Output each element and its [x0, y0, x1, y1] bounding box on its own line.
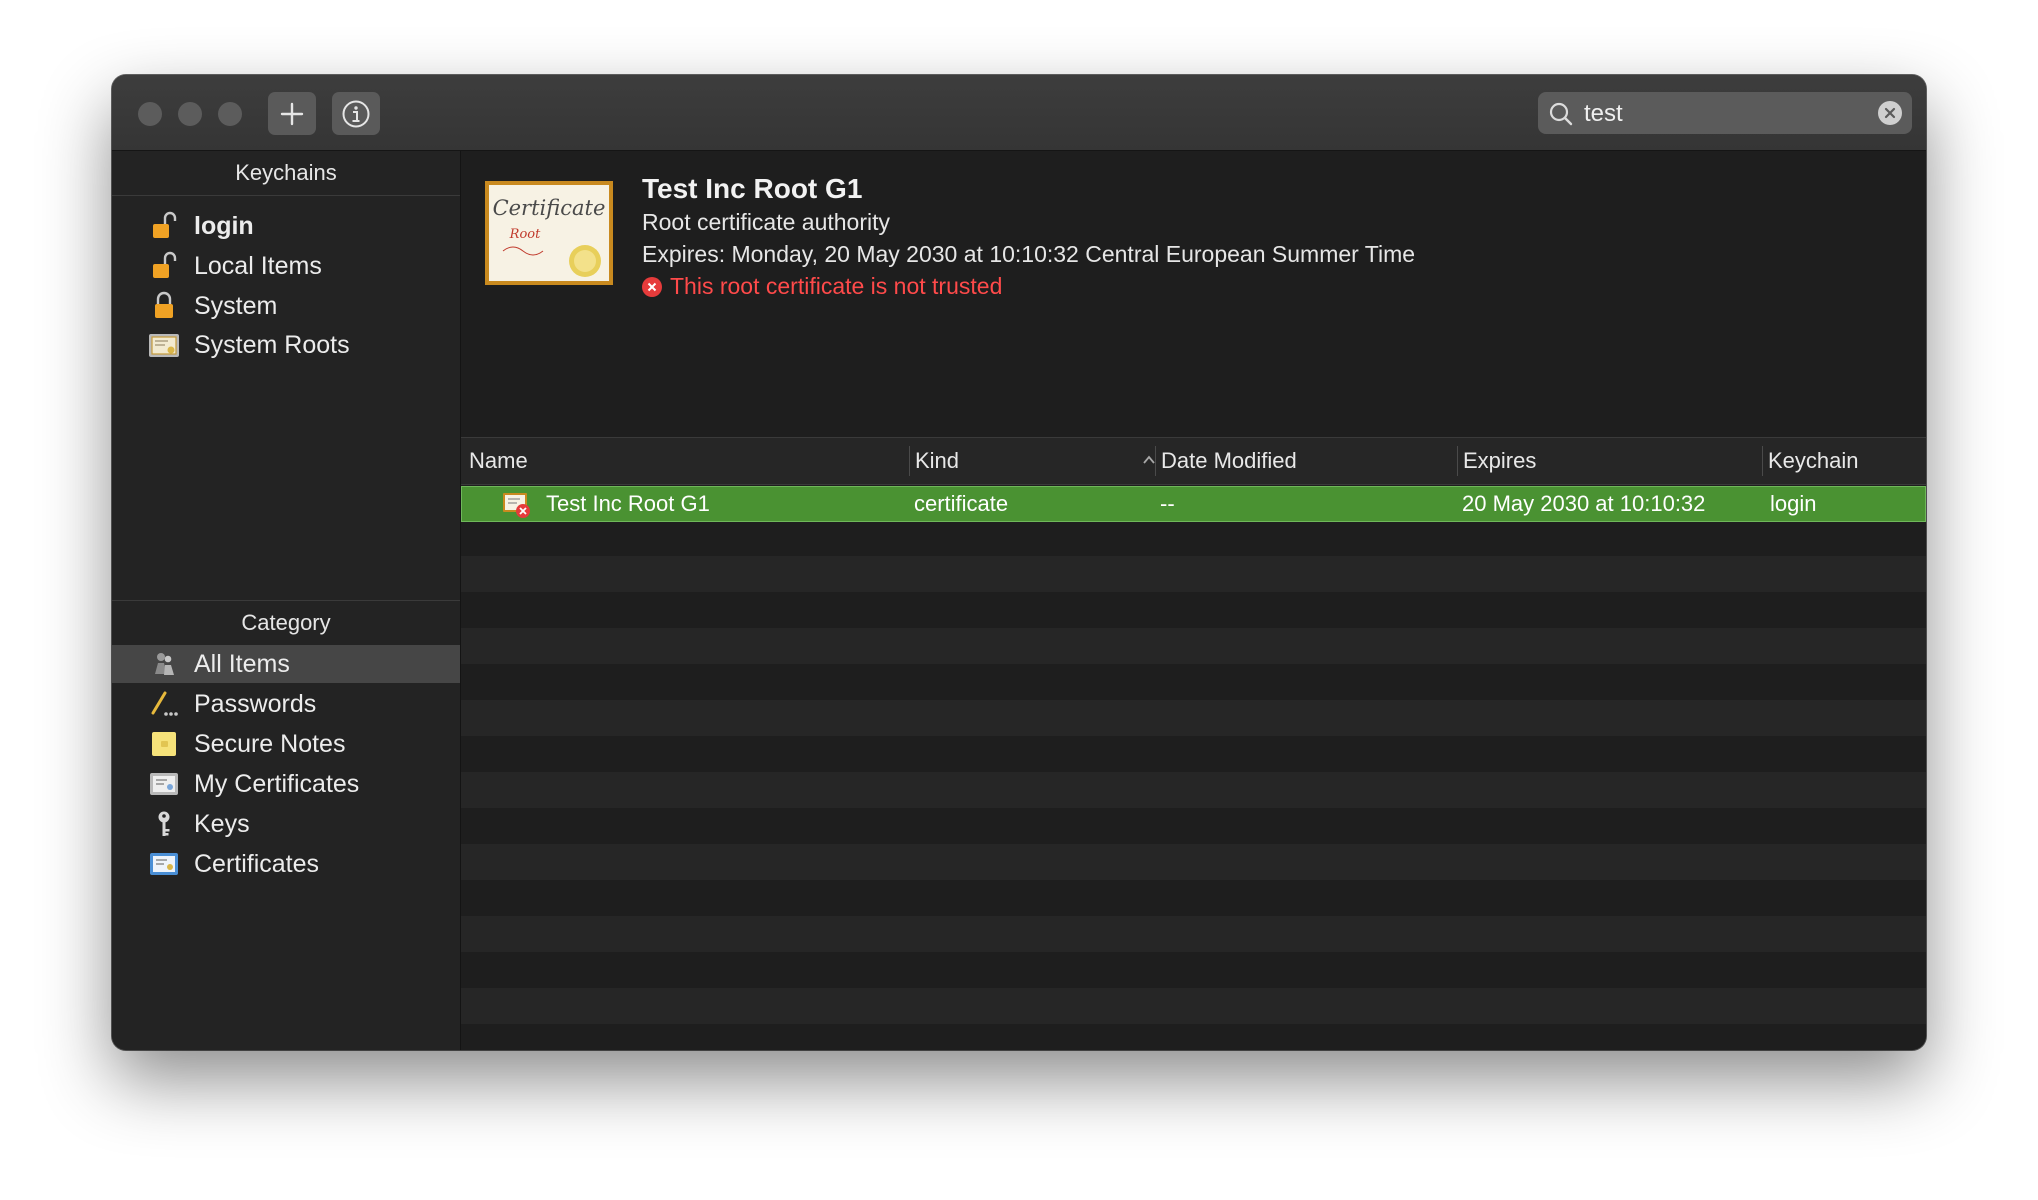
detail-title: Test Inc Root G1	[642, 173, 863, 204]
empty-row	[461, 988, 1926, 1024]
trust-warning-text: This root certificate is not trusted	[670, 273, 1003, 299]
sidebar-item-local-items[interactable]: Local Items	[112, 247, 460, 285]
cell-expires: 20 May 2030 at 10:10:32	[1462, 491, 1706, 516]
clear-search-button[interactable]	[1878, 101, 1902, 125]
sidebar-item-certificates[interactable]: Certificates	[112, 845, 460, 883]
add-item-button[interactable]	[268, 92, 316, 135]
empty-row	[461, 844, 1926, 880]
column-header-expires[interactable]: Expires	[1456, 438, 1536, 484]
cert-image-subtitle: Root	[509, 227, 541, 242]
sidebar-item-passwords[interactable]: Passwords	[112, 685, 460, 723]
people-icon	[148, 648, 180, 680]
cert-image-title: Certificate	[493, 196, 606, 220]
sidebar-item-my-certificates[interactable]: My Certificates	[112, 765, 460, 803]
sidebar-item-label: Secure Notes	[194, 729, 346, 758]
sidebar-item-label: Keys	[194, 809, 250, 838]
detail-expires: Expires: Monday, 20 May 2030 at 10:10:32…	[642, 241, 1416, 267]
sidebar-item-secure-notes[interactable]: Secure Notes	[112, 725, 460, 763]
table-header: Name Kind Date Modified Expires Keychain	[461, 437, 1926, 485]
search-field[interactable]	[1538, 92, 1912, 134]
sidebar-item-label: My Certificates	[194, 769, 360, 798]
info-icon	[342, 100, 370, 127]
table-row[interactable]: Test Inc Root G1 certificate -- 20 May 2…	[461, 486, 1926, 522]
sidebar-item-system[interactable]: System	[112, 287, 460, 325]
keychains-header: Keychains	[112, 151, 460, 196]
locked-padlock-icon	[148, 290, 180, 322]
sidebar-item-label: System Roots	[194, 330, 350, 359]
unlocked-padlock-icon	[148, 250, 180, 282]
empty-row	[461, 700, 1926, 736]
certificate-icon	[148, 848, 180, 880]
pencil-dots-icon	[148, 688, 180, 720]
sidebar-item-login[interactable]: login	[112, 207, 460, 245]
close-window-button[interactable]	[138, 102, 162, 126]
sidebar-item-label: System	[194, 291, 278, 320]
get-info-button[interactable]	[332, 92, 380, 135]
search-icon	[1549, 102, 1573, 126]
sidebar-item-label: Passwords	[194, 689, 317, 718]
cell-date-modified: --	[1160, 491, 1175, 516]
certificate-preview-icon: Certificate Root	[485, 181, 613, 285]
column-header-name[interactable]: Name	[469, 438, 528, 484]
cell-kind: certificate	[914, 491, 1009, 516]
cell-keychain: login	[1770, 491, 1817, 516]
empty-row	[461, 772, 1926, 808]
search-input[interactable]	[1582, 97, 1856, 131]
my-certificate-icon	[148, 768, 180, 800]
column-header-date-modified[interactable]: Date Modified	[1155, 438, 1297, 484]
titlebar	[112, 75, 1926, 151]
cell-name: Test Inc Root G1	[546, 491, 710, 516]
empty-row	[461, 556, 1926, 592]
sidebar-item-label: All Items	[194, 649, 290, 678]
sidebar-item-system-roots[interactable]: System Roots	[112, 326, 460, 364]
trust-warning: This root certificate is not trusted	[642, 273, 1002, 300]
column-header-keychain[interactable]: Keychain	[1762, 438, 1859, 484]
sidebar-item-label: login	[194, 211, 254, 240]
sidebar-item-all-items[interactable]: All Items	[112, 645, 460, 683]
error-icon	[642, 276, 662, 297]
item-detail: Certificate Root Test Inc Root G1 Root c…	[461, 151, 1926, 361]
sidebar: Keychains login Local Items System Syste…	[112, 151, 461, 1050]
column-header-kind[interactable]: Kind	[908, 438, 959, 484]
main-pane: Certificate Root Test Inc Root G1 Root c…	[461, 151, 1926, 1050]
keychain-window: Keychains login Local Items	[112, 75, 1926, 1050]
minimize-window-button[interactable]	[178, 102, 202, 126]
key-icon	[148, 808, 180, 840]
sidebar-item-label: Certificates	[194, 849, 320, 878]
unlocked-padlock-icon	[148, 210, 180, 242]
items-table: Test Inc Root G1 certificate -- 20 May 2…	[461, 484, 1926, 1050]
empty-row	[461, 916, 1926, 952]
certificate-folder-icon	[148, 329, 180, 361]
note-icon	[148, 728, 180, 760]
zoom-window-button[interactable]	[218, 102, 242, 126]
empty-row	[461, 628, 1926, 664]
plus-icon	[280, 102, 304, 125]
detail-subtitle: Root certificate authority	[642, 209, 891, 235]
sidebar-item-label: Local Items	[194, 251, 322, 280]
sidebar-item-keys[interactable]: Keys	[112, 805, 460, 843]
clear-icon	[1884, 107, 1896, 119]
category-header: Category	[112, 600, 460, 646]
untrusted-certificate-icon	[502, 491, 532, 525]
